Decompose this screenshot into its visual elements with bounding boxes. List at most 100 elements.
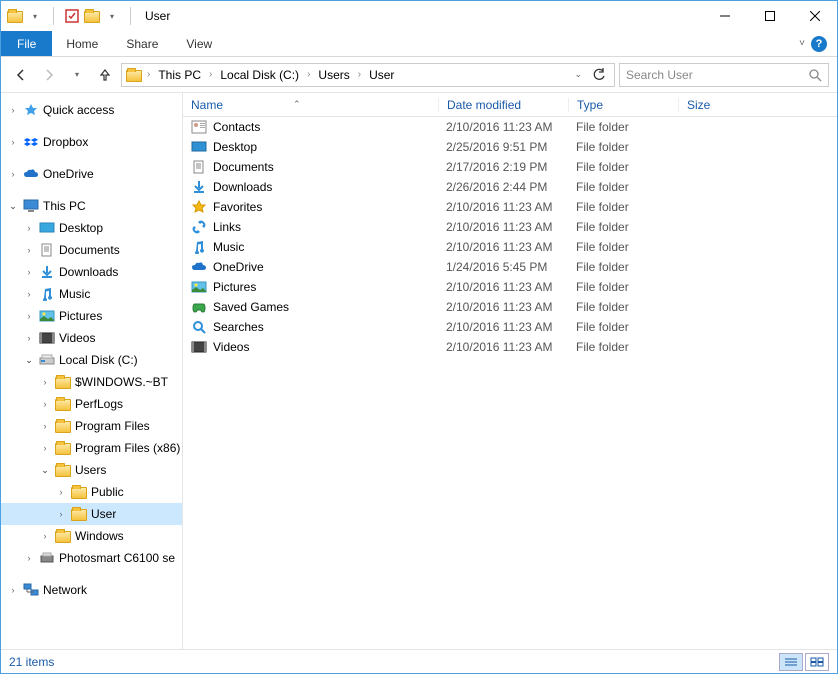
file-row[interactable]: Contacts2/10/2016 11:23 AMFile folder [183, 117, 837, 137]
nav-pictures[interactable]: › Pictures [1, 305, 182, 327]
nav-user[interactable]: › User [1, 503, 182, 525]
download-icon [39, 264, 55, 280]
file-rows[interactable]: Contacts2/10/2016 11:23 AMFile folderDes… [183, 117, 837, 649]
qat-more-icon[interactable]: ▾ [104, 8, 120, 24]
home-tab[interactable]: Home [52, 31, 112, 56]
file-date: 2/10/2016 11:23 AM [438, 200, 568, 214]
file-type: File folder [568, 280, 678, 294]
folder-icon [71, 484, 87, 500]
file-tab[interactable]: File [1, 31, 52, 56]
chevron-down-icon[interactable]: ˅ [799, 38, 805, 49]
nav-desktop[interactable]: › Desktop [1, 217, 182, 239]
file-row[interactable]: Downloads2/26/2016 2:44 PMFile folder [183, 177, 837, 197]
expand-icon[interactable]: › [7, 105, 19, 115]
details-view-button[interactable] [779, 653, 803, 671]
folder-icon [126, 67, 142, 83]
file-date: 2/10/2016 11:23 AM [438, 280, 568, 294]
nav-quick-access[interactable]: › Quick access [1, 99, 182, 121]
file-date: 2/26/2016 2:44 PM [438, 180, 568, 194]
nav-music[interactable]: › Music [1, 283, 182, 305]
up-button[interactable] [93, 63, 117, 87]
nav-progfiles[interactable]: › Program Files [1, 415, 182, 437]
col-type[interactable]: Type [568, 98, 678, 112]
file-date: 2/10/2016 11:23 AM [438, 220, 568, 234]
file-type: File folder [568, 120, 678, 134]
address-dropdown-icon[interactable]: ⌄ [570, 69, 586, 80]
chevron-right-icon[interactable]: › [355, 69, 364, 80]
nav-progfiles86[interactable]: › Program Files (x86) [1, 437, 182, 459]
col-name[interactable]: Name⌃ [183, 98, 438, 112]
nav-photosmart[interactable]: › Photosmart C6100 se [1, 547, 182, 569]
documents-icon [191, 159, 207, 175]
file-row[interactable]: Documents2/17/2016 2:19 PMFile folder [183, 157, 837, 177]
forward-button[interactable] [37, 63, 61, 87]
chevron-right-icon[interactable]: › [144, 69, 153, 80]
help-icon[interactable]: ? [811, 36, 827, 52]
breadcrumb-localdisk[interactable]: Local Disk (C:) [217, 68, 302, 82]
nav-network[interactable]: › Network [1, 579, 182, 601]
nav-winbt[interactable]: › $WINDOWS.~BT [1, 371, 182, 393]
col-size[interactable]: Size [678, 98, 837, 112]
chevron-right-icon[interactable]: › [304, 69, 313, 80]
address-bar[interactable]: › This PC › Local Disk (C:) › Users › Us… [121, 63, 615, 87]
documents-icon [39, 242, 55, 258]
nav-windows[interactable]: › Windows [1, 525, 182, 547]
file-date: 2/10/2016 11:23 AM [438, 120, 568, 134]
folder-icon [55, 528, 71, 544]
file-type: File folder [568, 300, 678, 314]
nav-users[interactable]: ⌄ Users [1, 459, 182, 481]
file-date: 2/10/2016 11:23 AM [438, 340, 568, 354]
nav-public[interactable]: › Public [1, 481, 182, 503]
nav-perflogs[interactable]: › PerfLogs [1, 393, 182, 415]
file-row[interactable]: Desktop2/25/2016 9:51 PMFile folder [183, 137, 837, 157]
recent-dropdown[interactable]: ▾ [65, 63, 89, 87]
folder-icon[interactable] [84, 8, 100, 24]
maximize-button[interactable] [747, 2, 792, 31]
search-input[interactable] [626, 68, 808, 82]
refresh-button[interactable] [588, 68, 610, 82]
back-button[interactable] [9, 63, 33, 87]
close-button[interactable] [792, 2, 837, 31]
search-box[interactable] [619, 63, 829, 87]
view-tab[interactable]: View [172, 31, 226, 56]
col-date[interactable]: Date modified [438, 98, 568, 112]
file-type: File folder [568, 260, 678, 274]
thumbnails-view-button[interactable] [805, 653, 829, 671]
file-row[interactable]: OneDrive1/24/2016 5:45 PMFile folder [183, 257, 837, 277]
file-row[interactable]: Saved Games2/10/2016 11:23 AMFile folder [183, 297, 837, 317]
chevron-right-icon[interactable]: › [206, 69, 215, 80]
nav-documents[interactable]: › Documents [1, 239, 182, 261]
nav-thispc[interactable]: ⌄ This PC [1, 195, 182, 217]
quick-access-toolbar: ▾ ▾ [7, 7, 137, 25]
file-row[interactable]: Music2/10/2016 11:23 AMFile folder [183, 237, 837, 257]
file-type: File folder [568, 200, 678, 214]
breadcrumb-user[interactable]: User [366, 68, 397, 82]
breadcrumb-thispc[interactable]: This PC [155, 68, 204, 82]
nav-dropbox[interactable]: › Dropbox [1, 131, 182, 153]
pictures-icon [191, 279, 207, 295]
ribbon: File Home Share View ˅ ? [1, 31, 837, 57]
file-row[interactable]: Links2/10/2016 11:23 AMFile folder [183, 217, 837, 237]
collapse-icon[interactable]: ⌄ [7, 201, 19, 212]
breadcrumb-users[interactable]: Users [315, 68, 352, 82]
file-name: Pictures [213, 280, 256, 294]
nav-downloads[interactable]: › Downloads [1, 261, 182, 283]
nav-onedrive[interactable]: › OneDrive [1, 163, 182, 185]
videos-icon [39, 330, 55, 346]
share-tab[interactable]: Share [112, 31, 172, 56]
file-row[interactable]: Searches2/10/2016 11:23 AMFile folder [183, 317, 837, 337]
ribbon-help[interactable]: ˅ ? [799, 31, 837, 56]
file-type: File folder [568, 340, 678, 354]
file-type: File folder [568, 240, 678, 254]
file-row[interactable]: Favorites2/10/2016 11:23 AMFile folder [183, 197, 837, 217]
properties-icon[interactable] [64, 8, 80, 24]
qat-dropdown-icon[interactable]: ▾ [27, 8, 43, 24]
file-row[interactable]: Videos2/10/2016 11:23 AMFile folder [183, 337, 837, 357]
nav-videos[interactable]: › Videos [1, 327, 182, 349]
file-row[interactable]: Pictures 2/10/2016 11:23 AMFile folder [183, 277, 837, 297]
navigation-pane[interactable]: › Quick access › Dropbox › OneDrive ⌄ Th… [1, 93, 183, 649]
nav-localdisk[interactable]: ⌄ Local Disk (C:) [1, 349, 182, 371]
title-bar: ▾ ▾ User [1, 1, 837, 31]
search-icon[interactable] [808, 68, 822, 82]
minimize-button[interactable] [702, 2, 747, 31]
